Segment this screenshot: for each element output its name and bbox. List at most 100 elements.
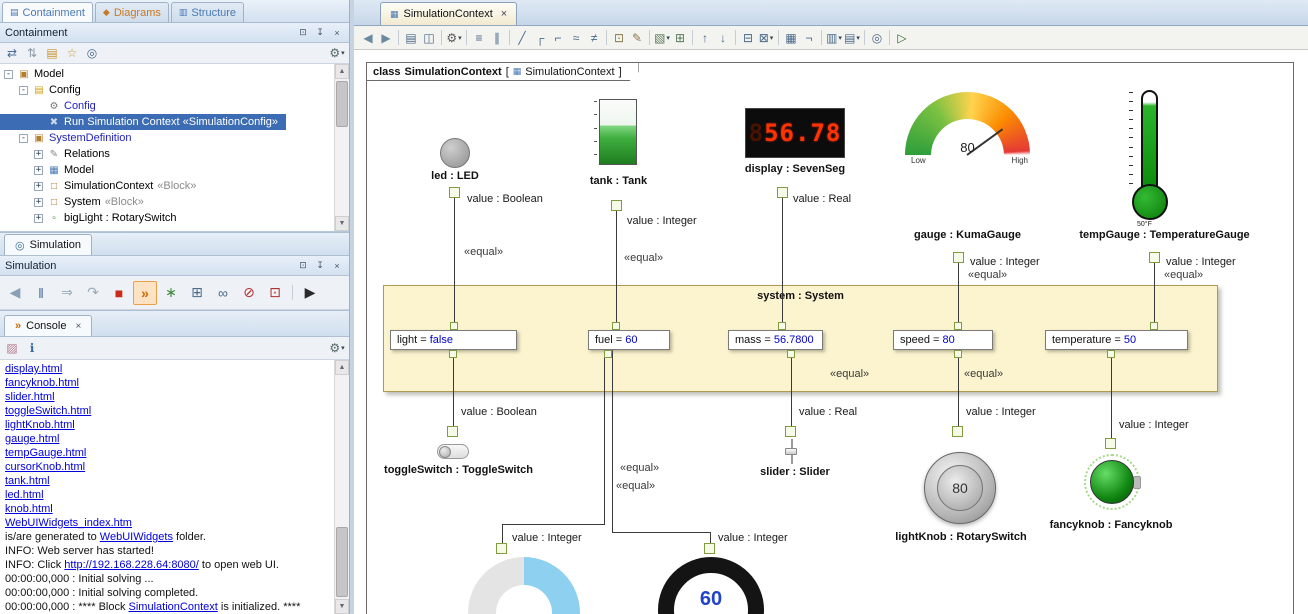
part-light[interactable]: light = false <box>390 330 517 350</box>
rotary-switch-widget[interactable]: 80 <box>924 452 996 524</box>
expander-icon[interactable]: + <box>34 166 43 175</box>
connector-light-toggleswitch[interactable] <box>453 350 454 426</box>
port-tempgauge-value[interactable] <box>1149 252 1160 263</box>
slider-widget[interactable] <box>784 439 799 464</box>
console-link[interactable]: lightKnob.html <box>5 419 75 431</box>
close-icon[interactable]: × <box>75 321 81 332</box>
expander-icon[interactable]: - <box>19 86 28 95</box>
clear-console-button[interactable]: ▨ <box>3 339 21 357</box>
scroll-up-icon[interactable]: ▲ <box>335 64 349 79</box>
tree-item-model-diagram[interactable]: + ▦ Model <box>0 162 102 178</box>
swimlanes-button[interactable]: ∥ <box>488 29 506 47</box>
port[interactable] <box>787 350 795 358</box>
console-link[interactable]: led.html <box>5 489 44 501</box>
close-icon[interactable]: × <box>501 8 507 20</box>
legend-button[interactable]: ▤▾ <box>843 29 861 47</box>
remove-jumps-button[interactable]: ≠ <box>585 29 603 47</box>
tank-widget[interactable] <box>582 96 644 171</box>
tree-item-biglight[interactable]: + ▫ bigLight : RotarySwitch <box>0 210 185 226</box>
close-panel-icon[interactable]: × <box>330 26 344 40</box>
forward-button[interactable]: ▶ <box>377 29 395 47</box>
toggle-switch-widget[interactable] <box>437 444 469 459</box>
filter-button[interactable]: ◎ <box>83 44 101 62</box>
scrollbar-thumb[interactable] <box>336 527 348 597</box>
port[interactable] <box>954 350 962 358</box>
diagram-options-button[interactable]: ⚙▾ <box>445 29 463 47</box>
scroll-down-icon[interactable]: ▼ <box>335 599 349 614</box>
port[interactable] <box>1150 322 1158 330</box>
breakpoints-button[interactable]: ⊘ <box>237 281 261 305</box>
diagram-canvas[interactable]: class SimulationContext [ ▦ SimulationCo… <box>354 50 1308 614</box>
tree-item-systemdefinition[interactable]: - ▣ SystemDefinition <box>0 130 140 146</box>
port-display-value[interactable] <box>777 187 788 198</box>
led-widget[interactable] <box>440 138 470 168</box>
containment-tree[interactable]: - ▣ Model - ▤ Config ⚙ <box>0 64 349 232</box>
snap-button[interactable]: ¬ <box>800 29 818 47</box>
port-lightknob-value[interactable] <box>952 426 963 437</box>
part-temperature[interactable]: temperature = 50 <box>1045 330 1188 350</box>
part-speed[interactable]: speed = 80 <box>893 330 993 350</box>
console-link[interactable]: http://192.168.228.64:8080/ <box>64 559 199 571</box>
float-panel-icon[interactable]: ⊡ <box>296 26 310 40</box>
back-button[interactable]: ◀ <box>359 29 377 47</box>
console-link[interactable]: tank.html <box>5 475 50 487</box>
quick-layout-button[interactable]: ⊠▾ <box>757 29 775 47</box>
rectilinear-path-button[interactable]: ┌ <box>531 29 549 47</box>
zoom-button[interactable]: ◎ <box>868 29 886 47</box>
tree-item-relations[interactable]: + ✎ Relations <box>0 146 118 162</box>
pin-panel-icon[interactable]: ↧ <box>313 26 327 40</box>
terminate-button[interactable]: ■ <box>107 281 131 305</box>
fancy-knob-widget[interactable] <box>1083 454 1141 512</box>
step-over-button[interactable]: ⇒ <box>55 281 79 305</box>
tab-simulation[interactable]: ◎ Simulation <box>4 234 92 255</box>
to-back-button[interactable]: ↓ <box>714 29 732 47</box>
console-link[interactable]: SimulationContext <box>129 601 218 613</box>
console-link[interactable]: knob.html <box>5 503 53 515</box>
tab-diagrams[interactable]: ◆ Diagrams <box>95 2 169 22</box>
console-button[interactable]: » <box>133 281 157 305</box>
port-gauge-value[interactable] <box>953 252 964 263</box>
close-panel-icon[interactable]: × <box>330 259 344 273</box>
expander-icon[interactable]: + <box>34 150 43 159</box>
port[interactable] <box>612 322 620 330</box>
tab-simulationcontext-diagram[interactable]: ▦ SimulationContext × <box>380 2 517 25</box>
connector-fuel-donut[interactable] <box>502 524 503 543</box>
sevenseg-widget[interactable]: 856.78 <box>745 108 845 158</box>
sessions-button[interactable]: ⊞ <box>185 281 209 305</box>
console-link[interactable]: WebUIWidgets_index.htm <box>5 517 132 529</box>
connector-temperature-fancyknob[interactable] <box>1111 350 1112 438</box>
pause-button[interactable]: ‖ <box>29 281 53 305</box>
connector-speed-lightknob[interactable] <box>958 350 959 426</box>
open-in-new-button[interactable]: ▤ <box>43 44 61 62</box>
port[interactable] <box>954 322 962 330</box>
oblique-path-button[interactable]: ╱ <box>513 29 531 47</box>
variables-button[interactable]: ∞ <box>211 281 235 305</box>
export-button[interactable]: ⊡ <box>263 281 287 305</box>
expander-icon[interactable]: + <box>34 182 43 191</box>
port-toggleswitch-value[interactable] <box>447 426 458 437</box>
tree-item-simulationcontext[interactable]: + □ SimulationContext «Block» <box>0 178 204 194</box>
step-return-button[interactable]: ↷ <box>81 281 105 305</box>
slider-handle[interactable] <box>785 448 797 455</box>
console-options-gear[interactable]: ⚙▾ <box>328 339 346 357</box>
kuma-gauge-widget[interactable]: 80 Low High <box>905 92 1030 170</box>
console-link[interactable]: gauge.html <box>5 433 59 445</box>
port-fancyknob-value[interactable] <box>1105 438 1116 449</box>
part-fuel[interactable]: fuel = 60 <box>588 330 670 350</box>
console-link[interactable]: WebUIWidgets <box>100 531 173 543</box>
port[interactable] <box>1107 350 1115 358</box>
table-button[interactable]: ⊞ <box>671 29 689 47</box>
compartments-button[interactable]: ≡ <box>470 29 488 47</box>
properties-button[interactable]: ▥▾ <box>825 29 843 47</box>
line-jumps-button[interactable]: ≈ <box>567 29 585 47</box>
expander-icon[interactable] <box>34 118 43 127</box>
temperature-gauge-widget[interactable]: 50°F <box>1099 88 1219 228</box>
favorites-button[interactable]: ☆ <box>63 44 81 62</box>
connector-fuel-ring-gauge[interactable] <box>612 532 711 533</box>
link-with-editor-button[interactable]: ⇄ <box>3 44 21 62</box>
connector-fuel-ring-gauge[interactable] <box>612 350 613 532</box>
port-led-value[interactable] <box>449 187 460 198</box>
info-button[interactable]: ℹ <box>23 339 41 357</box>
connector-tempgauge-temperature[interactable] <box>1154 263 1155 330</box>
animation-button[interactable]: ∗ <box>159 281 183 305</box>
